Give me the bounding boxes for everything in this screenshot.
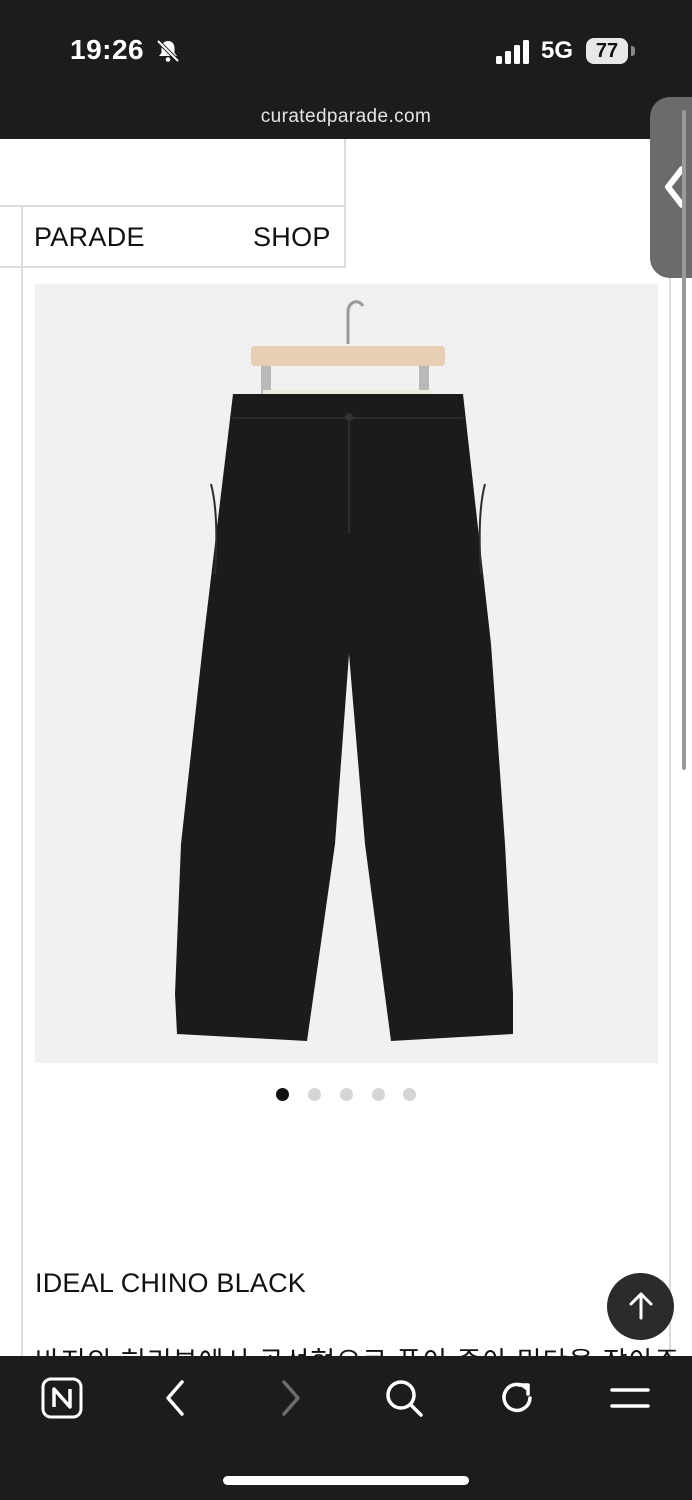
product-title: IDEAL CHINO BLACK <box>35 1268 306 1298</box>
divider <box>0 205 346 207</box>
pants-illustration <box>175 300 513 1041</box>
carousel-dot[interactable] <box>276 1088 289 1101</box>
carousel-dot[interactable] <box>340 1088 353 1101</box>
divider <box>344 139 346 268</box>
nav-parade-link[interactable]: PARADE <box>34 222 145 253</box>
network-label: 5G <box>541 37 574 64</box>
n-logo-icon[interactable] <box>40 1376 84 1420</box>
signal-icon <box>496 40 529 64</box>
reload-icon[interactable] <box>495 1376 539 1420</box>
browser-toolbar <box>0 1356 692 1500</box>
divider <box>21 205 23 1356</box>
carousel-dot[interactable] <box>372 1088 385 1101</box>
divider <box>669 278 671 1356</box>
divider <box>0 266 346 268</box>
forward-icon[interactable] <box>268 1376 312 1420</box>
carousel-dot[interactable] <box>403 1088 416 1101</box>
page-scrollbar[interactable] <box>682 110 686 770</box>
search-icon[interactable] <box>382 1376 426 1420</box>
battery-indicator: 77 <box>586 38 628 64</box>
bell-off-icon <box>156 39 180 63</box>
scroll-top-button[interactable] <box>607 1273 674 1340</box>
battery-cap <box>631 46 635 56</box>
home-indicator[interactable] <box>223 1476 469 1485</box>
carousel-dot[interactable] <box>308 1088 321 1101</box>
arrow-up-icon <box>629 1292 653 1320</box>
product-image[interactable] <box>35 284 658 1063</box>
url-bar[interactable]: curatedparade.com <box>0 106 692 128</box>
menu-icon[interactable] <box>608 1376 652 1420</box>
status-time: 19:26 <box>70 34 145 65</box>
status-bar: 19:26 5G 77 curatedparade.com <box>0 0 692 139</box>
nav-shop-link[interactable]: SHOP <box>253 222 331 253</box>
back-icon[interactable] <box>154 1376 198 1420</box>
